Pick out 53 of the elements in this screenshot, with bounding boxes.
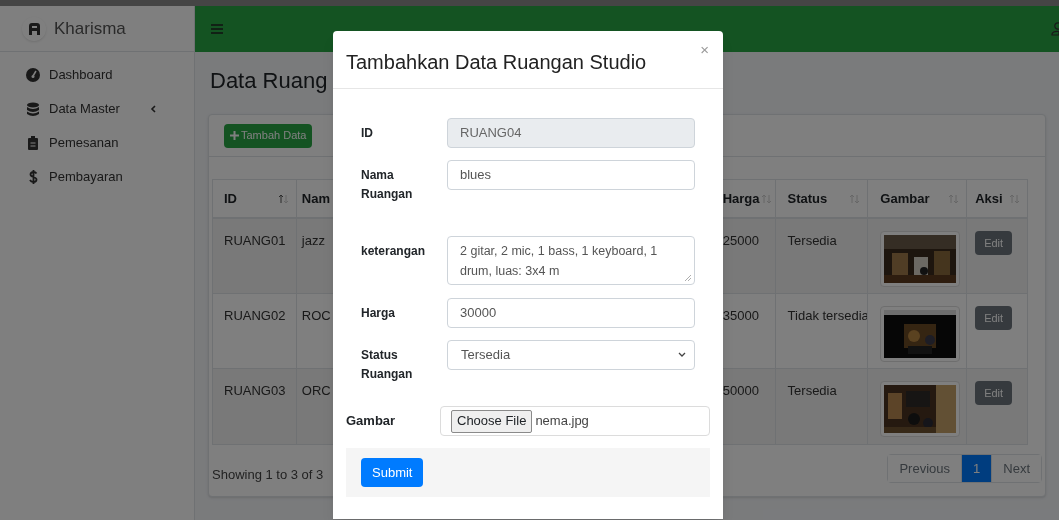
add-data-button[interactable]: Tambah Data	[224, 123, 313, 148]
file-field[interactable]: Choose File nema.jpg	[440, 406, 710, 436]
table-cell: Tersedia	[787, 233, 837, 248]
text-field[interactable]: 30000	[447, 298, 695, 328]
sidebar-item[interactable]: Pemesanan	[10, 132, 184, 154]
pagination-button[interactable]: Next	[991, 455, 1041, 483]
sidebar-item[interactable]: Data Master	[10, 98, 184, 120]
file-name: nema.jpg	[535, 412, 589, 431]
close-button[interactable]: ×	[700, 42, 709, 57]
modal-title: Tambahkan Data Ruangan Studio	[346, 50, 647, 75]
select-field[interactable]: Tersedia	[447, 340, 695, 370]
menu-icon[interactable]	[211, 24, 223, 34]
gauge-icon	[26, 68, 40, 82]
plus-icon	[230, 131, 239, 140]
table-cell: jazz	[301, 233, 325, 248]
column-header[interactable]: ID	[213, 180, 297, 217]
edit-button[interactable]: Edit	[975, 306, 1013, 330]
text-field[interactable]: blues	[447, 160, 695, 190]
field-label: Gambar	[346, 412, 397, 431]
table-cell: ORC	[301, 383, 331, 398]
text-area[interactable]: 2 gitar, 2 mic, 1 bass, 1 keyboard, 1 drum, luas: 3x4 m	[447, 236, 695, 285]
field-label: keterangan	[361, 243, 427, 260]
column-header[interactable]: Aksi	[967, 180, 1027, 217]
edit-button[interactable]: Edit	[975, 231, 1013, 255]
user-icon[interactable]	[1051, 21, 1059, 37]
column-header[interactable]: Status	[775, 180, 869, 217]
table-cell: RUANG03	[224, 383, 286, 398]
sidebar-item[interactable]: Dashboard	[10, 64, 184, 86]
database-icon	[27, 102, 39, 116]
brand-name: Kharisma	[54, 17, 126, 40]
field-label: Nama Ruangan	[361, 167, 414, 203]
table-cell: 25000	[722, 233, 759, 248]
table-cell: RUANG02	[224, 308, 286, 323]
table-cell: 50000	[722, 383, 759, 398]
dollar-icon	[28, 170, 38, 184]
table-cell: Tersedia	[787, 383, 837, 398]
sidebar-item[interactable]: Pembayaran	[10, 166, 184, 188]
edit-button[interactable]: Edit	[975, 381, 1013, 405]
field-label: ID	[361, 125, 374, 142]
pagination-button[interactable]: 1	[961, 455, 992, 483]
table-cell: ROC	[301, 308, 331, 323]
page-title: Data Ruang	[209, 67, 329, 95]
clipboard-icon	[28, 136, 38, 150]
chevron-down-icon	[678, 352, 686, 358]
table-cell: 35000	[722, 308, 759, 323]
table-info: Showing 1 to 3 of 3	[212, 466, 324, 484]
choose-file-button[interactable]: Choose File	[451, 409, 533, 433]
column-header[interactable]: Gambar	[868, 180, 968, 217]
resize-grip-icon	[684, 274, 692, 282]
field-label: Harga	[361, 305, 396, 322]
submit-button[interactable]: Submit	[361, 458, 424, 487]
field-label: Status Ruangan	[361, 347, 414, 383]
table-cell: RUANG01	[224, 233, 286, 248]
